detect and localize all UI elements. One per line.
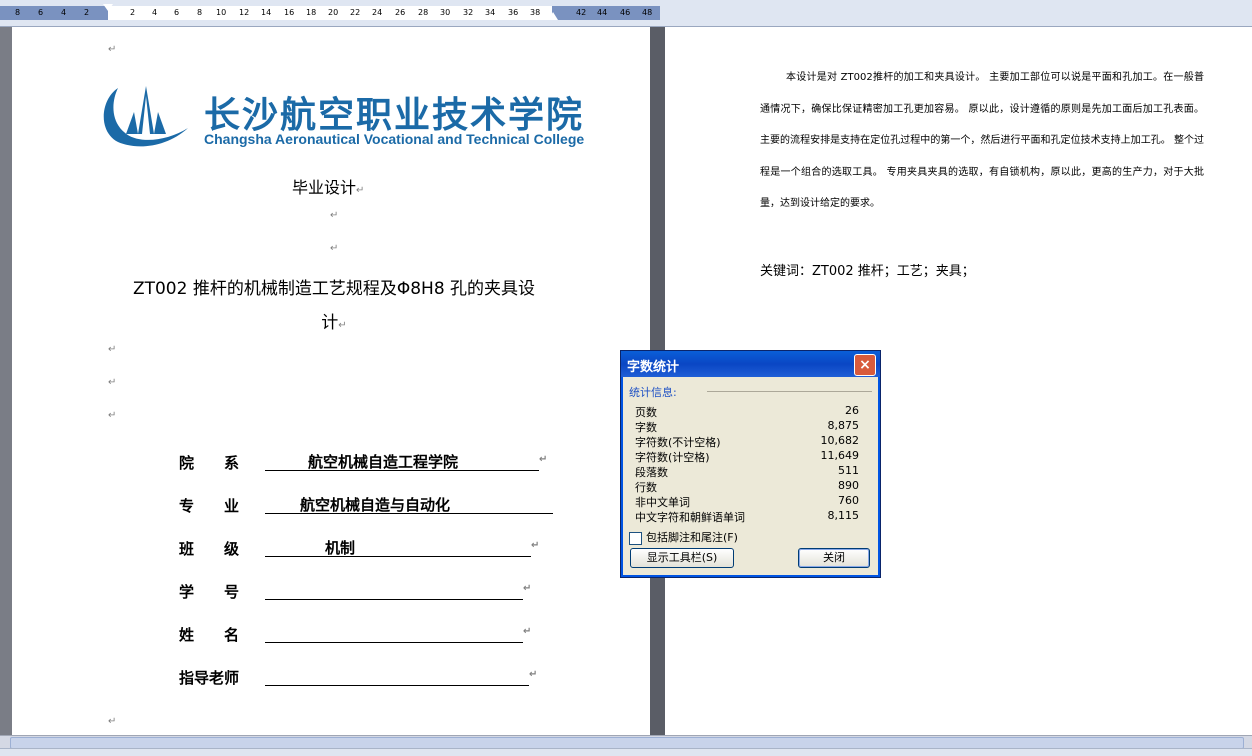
ruler-number: 6	[174, 8, 180, 17]
college-logo-icon	[103, 86, 188, 147]
ruler-number: 44	[597, 8, 608, 17]
paragraph-mark: ↵	[108, 377, 117, 388]
close-button[interactable]: 关闭	[798, 548, 870, 568]
stat-row: 页数 26	[635, 404, 859, 419]
paragraph-mark: ↵	[330, 210, 339, 221]
ruler-number: 8	[197, 8, 203, 17]
paragraph-mark: ↵	[108, 410, 117, 421]
ruler-number: 48	[642, 8, 653, 17]
stat-row: 字数 8,875	[635, 419, 859, 434]
field-class-value[interactable]: 机制	[325, 537, 355, 558]
right-indent-marker[interactable]	[548, 12, 558, 20]
ruler-number: 16	[284, 8, 295, 17]
indent-marker[interactable]	[103, 4, 113, 11]
ruler-number: 26	[395, 8, 406, 17]
horizontal-ruler[interactable]: 8 6 4 2 2 4 6 8 10 12 14 16 18 20 22 24 26 28 30 32 34 36 38 42…	[0, 0, 1252, 27]
ruler-number: 2	[130, 8, 136, 17]
stat-row: 中文字符和朝鲜语单词 8,115	[635, 509, 859, 524]
ruler-number: 46	[620, 8, 631, 17]
include-footnotes-checkbox[interactable]: 包括脚注和尾注(F)	[629, 529, 738, 545]
ruler-number: 2	[84, 8, 90, 17]
field-major-value[interactable]: 航空机械自造与自动化	[300, 494, 450, 515]
ruler-number: 6	[38, 8, 44, 17]
close-icon[interactable]: ×	[854, 354, 876, 376]
field-department-value[interactable]: 航空机械自造工程学院	[308, 451, 458, 472]
college-name-en: Changsha Aeronautical Vocational and Tec…	[204, 131, 585, 147]
ruler-number: 4	[152, 8, 158, 17]
ruler-number: 28	[418, 8, 429, 17]
ruler-number: 38	[530, 8, 541, 17]
dialog-titlebar[interactable]: 字数统计 ×	[621, 351, 880, 377]
ruler-number: 18	[306, 8, 317, 17]
word-count-dialog[interactable]: 字数统计 × 统计信息: 页数 26 字数 8,875 字符数(不计空格) 10,68…	[620, 350, 881, 578]
abstract-paragraph: 本设计是对 ZT002推杆的加工和夹具设计。 主要加工部位可以说是平面和孔加工。…	[760, 72, 1204, 209]
paragraph-mark: ↵	[108, 44, 117, 55]
keywords-line: 关键词：ZT002 推杆；工艺；夹具；	[760, 264, 975, 279]
paragraph-mark: ↵	[108, 344, 117, 355]
stat-row: 段落数 511	[635, 464, 859, 479]
ruler-number: 20	[328, 8, 339, 17]
stats-section-label: 统计信息:	[629, 386, 677, 399]
thesis-title-line1: ZT002 推杆的机械制造工艺规程及Φ8H8 孔的夹具设	[132, 279, 536, 299]
section-divider	[707, 391, 872, 392]
heading-graduation-design: 毕业设计↵	[292, 178, 365, 197]
ruler-number: 34	[485, 8, 496, 17]
ruler-number: 30	[440, 8, 451, 17]
stat-row: 非中文单词 760	[635, 494, 859, 509]
horizontal-scrollbar[interactable]	[0, 735, 1252, 749]
stat-row: 字符数(计空格) 11,649	[635, 449, 859, 464]
stat-row: 字符数(不计空格) 10,682	[635, 434, 859, 449]
dialog-title: 字数统计	[627, 360, 680, 375]
paragraph-mark: ↵	[330, 243, 339, 254]
show-toolbar-button[interactable]: 显示工具栏(S)	[630, 548, 734, 568]
thesis-title: ZT002 推杆的机械制造工艺规程及Φ8H8 孔的夹具设 计↵	[114, 272, 554, 343]
stat-row: 行数 890	[635, 479, 859, 494]
checkbox-box[interactable]	[629, 531, 642, 545]
ruler-number: 22	[350, 8, 361, 17]
ruler-number: 8	[15, 8, 21, 17]
ruler-number: 10	[216, 8, 227, 17]
ruler-number: 24	[372, 8, 383, 17]
thesis-title-line2: 计↵	[321, 313, 347, 333]
stats-list: 页数 26 字数 8,875 字符数(不计空格) 10,682 字符数(计空格) 11,…	[635, 404, 859, 524]
ruler-number: 42	[576, 8, 587, 17]
paragraph-mark: ↵	[108, 716, 117, 727]
ruler-number: 14	[261, 8, 272, 17]
ruler-number: 32	[463, 8, 474, 17]
ruler-number: 36	[508, 8, 519, 17]
ruler-number: 12	[239, 8, 250, 17]
ruler-number: 4	[61, 8, 67, 17]
